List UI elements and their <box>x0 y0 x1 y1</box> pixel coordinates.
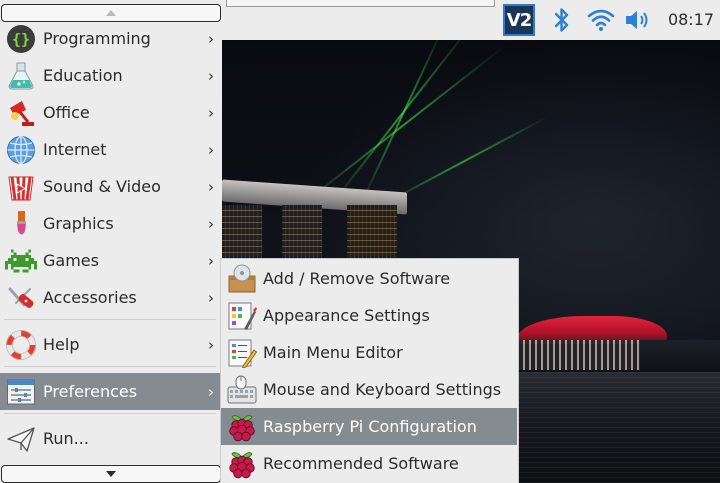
menu-item-label: Preferences <box>43 382 138 401</box>
menu-item-graphics[interactable]: Graphics › <box>0 205 220 242</box>
volume-tray-button[interactable] <box>622 2 654 38</box>
submenu-item-label: Mouse and Keyboard Settings <box>263 380 502 399</box>
scroll-up-arrow-icon <box>106 10 116 16</box>
bay-water <box>517 372 720 483</box>
bluetooth-icon <box>554 8 569 32</box>
menu-item-label: Internet <box>43 140 107 159</box>
menu-item-run[interactable]: Run... <box>0 420 220 457</box>
help-icon <box>5 329 37 361</box>
menu-editor-icon <box>226 337 258 369</box>
wifi-icon <box>587 9 615 31</box>
main-menu: {} Programming › Education › Office › In… <box>0 0 222 483</box>
menu-item-label: Programming <box>43 29 151 48</box>
menu-item-label: Graphics <box>43 214 114 233</box>
raspberry-icon <box>226 411 258 443</box>
menu-item-label: Education <box>43 66 123 85</box>
menu-item-education[interactable]: Education › <box>0 57 220 94</box>
menu-item-label: Accessories <box>43 288 137 307</box>
menu-separator <box>4 366 216 367</box>
menu-separator <box>4 413 216 414</box>
menu-item-office[interactable]: Office › <box>0 94 220 131</box>
menu-item-label: Sound & Video <box>43 177 161 196</box>
svg-text:{}: {} <box>12 30 30 48</box>
chevron-right-icon: › <box>208 251 214 270</box>
submenu-item-label: Add / Remove Software <box>263 269 451 288</box>
chevron-right-icon: › <box>208 382 214 401</box>
city-skyline <box>640 340 720 370</box>
menu-item-games[interactable]: Games › <box>0 242 220 279</box>
internet-icon <box>5 134 37 166</box>
accessories-icon <box>5 282 37 314</box>
menu-item-programming[interactable]: {} Programming › <box>0 20 220 57</box>
menu-item-accessories[interactable]: Accessories › <box>0 279 220 316</box>
chevron-right-icon: › <box>208 66 214 85</box>
chevron-right-icon: › <box>208 177 214 196</box>
clock[interactable]: 08:17 <box>662 0 720 40</box>
preferences-icon <box>5 376 37 408</box>
vnc-icon: V2 <box>503 4 535 36</box>
menu-item-label: Games <box>43 251 99 270</box>
sound-video-icon <box>5 171 37 203</box>
volume-icon <box>626 11 648 29</box>
bluetooth-tray-button[interactable] <box>548 2 576 38</box>
submenu-item-label: Appearance Settings <box>263 306 430 325</box>
menu-item-help[interactable]: Help › <box>0 326 220 363</box>
submenu-item-label: Raspberry Pi Configuration <box>263 417 477 436</box>
menu-item-internet[interactable]: Internet › <box>0 131 220 168</box>
menu-item-preferences[interactable]: Preferences › <box>0 373 220 410</box>
education-icon <box>5 60 37 92</box>
taskbar-window-button[interactable] <box>226 0 495 7</box>
office-icon <box>5 97 37 129</box>
submenu-item-raspberry-pi-configuration[interactable]: Raspberry Pi Configuration <box>221 408 517 445</box>
submenu-item-appearance-settings[interactable]: Appearance Settings <box>221 297 517 334</box>
chevron-right-icon: › <box>208 103 214 122</box>
menu-scroll-down-button[interactable] <box>1 465 221 483</box>
submenu-item-recommended-software[interactable]: Recommended Software <box>221 445 517 482</box>
chevron-right-icon: › <box>208 29 214 48</box>
programming-icon: {} <box>5 23 37 55</box>
submenu-item-main-menu-editor[interactable]: Main Menu Editor <box>221 334 517 371</box>
hotel-towers <box>222 205 402 265</box>
wifi-tray-button[interactable] <box>586 2 616 38</box>
graphics-icon <box>5 208 37 240</box>
appearance-icon <box>226 300 258 332</box>
submenu-item-mouse-keyboard-settings[interactable]: Mouse and Keyboard Settings <box>221 371 517 408</box>
menu-item-label: Run... <box>43 429 89 448</box>
games-icon <box>5 245 37 277</box>
chevron-right-icon: › <box>208 288 214 307</box>
menu-separator <box>4 319 216 320</box>
vnc-tray-button[interactable]: V2 <box>501 2 537 38</box>
submenu-item-add-remove-software[interactable]: Add / Remove Software <box>221 260 517 297</box>
menu-item-sound-video[interactable]: Sound & Video › <box>0 168 220 205</box>
preferences-submenu: Add / Remove Software Appearance Setting… <box>221 259 518 483</box>
chevron-right-icon: › <box>208 335 214 354</box>
menu-item-label: Help <box>43 335 80 354</box>
raspberry-icon <box>226 448 258 480</box>
run-icon <box>5 423 37 455</box>
scroll-down-arrow-icon <box>106 471 116 477</box>
menu-item-label: Office <box>43 103 90 122</box>
submenu-item-label: Recommended Software <box>263 454 459 473</box>
chevron-right-icon: › <box>208 214 214 233</box>
mouse-keyboard-icon <box>226 374 258 406</box>
chevron-right-icon: › <box>208 140 214 159</box>
submenu-item-label: Main Menu Editor <box>263 343 403 362</box>
package-icon <box>226 263 258 295</box>
